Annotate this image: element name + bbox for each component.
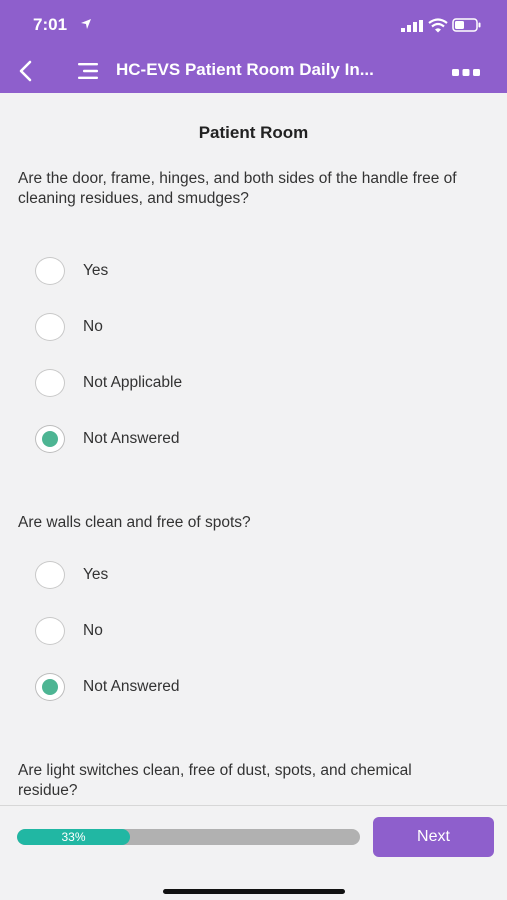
- radio-option[interactable]: No: [35, 617, 103, 645]
- hamburger-menu-icon: [78, 63, 98, 79]
- radio-button[interactable]: [35, 561, 65, 589]
- option-label: No: [83, 622, 103, 639]
- wifi-icon: [428, 18, 448, 33]
- form-content[interactable]: Patient Room Are the door, frame, hinges…: [0, 93, 507, 805]
- progress-bar: 33%: [17, 829, 360, 845]
- option-label: Not Applicable: [83, 374, 183, 391]
- radio-button[interactable]: [35, 617, 65, 645]
- radio-option[interactable]: Yes: [35, 257, 108, 285]
- back-chevron-icon: [19, 60, 32, 82]
- radio-option-selected[interactable]: Not Answered: [35, 425, 180, 453]
- menu-button[interactable]: [76, 59, 100, 83]
- radio-button-selected[interactable]: [35, 425, 65, 453]
- option-label: No: [83, 318, 103, 335]
- battery-icon: [452, 18, 481, 32]
- option-label: Not Answered: [83, 678, 180, 695]
- radio-option[interactable]: Not Applicable: [35, 369, 182, 397]
- cellular-signal-icon: [401, 20, 423, 32]
- status-time: 7:01: [33, 15, 68, 34]
- more-options-button[interactable]: [452, 65, 480, 76]
- footer-bar: 33% Next: [0, 805, 507, 900]
- app-header: 7:01 HC-EVS Patient Room Daily In...: [0, 0, 507, 93]
- page-title: HC-EVS Patient Room Daily In...: [116, 60, 374, 79]
- radio-button[interactable]: [35, 257, 65, 285]
- radio-button[interactable]: [35, 369, 65, 397]
- radio-option[interactable]: Yes: [35, 561, 108, 589]
- option-label: Yes: [83, 566, 109, 583]
- location-arrow-icon: [81, 19, 91, 29]
- radio-option[interactable]: No: [35, 313, 103, 341]
- back-button[interactable]: [12, 58, 38, 84]
- question-text: Are walls clean and free of spots?: [18, 514, 251, 531]
- radio-option-selected[interactable]: Not Answered: [35, 673, 180, 701]
- progress-label: 33%: [61, 830, 86, 844]
- status-bar: 7:01: [0, 0, 507, 48]
- radio-button[interactable]: [35, 313, 65, 341]
- radio-selected-dot: [42, 679, 58, 695]
- more-dots-icon: [452, 69, 480, 76]
- question-text: Are the door, frame, hinges, and both si…: [18, 170, 457, 207]
- radio-selected-dot: [42, 431, 58, 447]
- question-text: Are light switches clean, free of dust, …: [18, 762, 412, 799]
- home-indicator: [163, 889, 345, 894]
- radio-button-selected[interactable]: [35, 673, 65, 701]
- nav-bar: HC-EVS Patient Room Daily In...: [0, 48, 507, 93]
- option-label: Not Answered: [83, 430, 180, 447]
- section-title: Patient Room: [198, 123, 309, 142]
- option-label: Yes: [83, 262, 109, 279]
- next-button[interactable]: Next: [373, 817, 494, 857]
